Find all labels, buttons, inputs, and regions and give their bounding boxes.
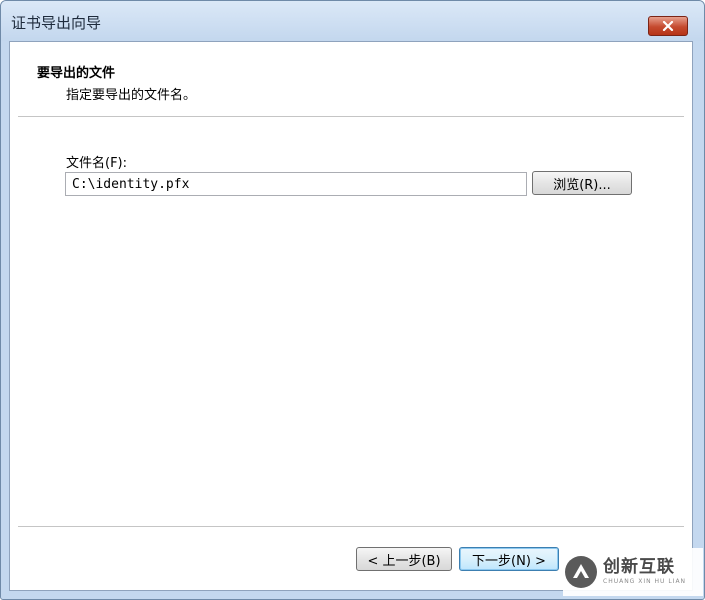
footer-divider [18,526,684,527]
watermark: 创新互联 CHUANG XIN HU LIAN [563,548,703,596]
page-description: 指定要导出的文件名。 [66,88,197,103]
title-bar[interactable]: 证书导出向导 [1,1,704,41]
file-name-label: 文件名(F): [66,156,128,171]
watermark-text: 创新互联 [603,557,675,577]
file-name-input[interactable] [65,172,527,196]
next-button[interactable]: 下一步(N) > [459,547,559,571]
close-button[interactable] [648,16,688,36]
window-title: 证书导出向导 [11,14,102,32]
browse-button[interactable]: 浏览(R)... [532,171,632,195]
close-x-icon [662,21,674,31]
back-button[interactable]: < 上一步(B) [356,547,452,571]
chuangxin-logo-icon [565,556,597,588]
certificate-export-wizard-window: 证书导出向导 要导出的文件 指定要导出的文件名。 文件名(F): 浏览(R)..… [0,0,705,600]
wizard-content: 要导出的文件 指定要导出的文件名。 文件名(F): 浏览(R)... < 上一步… [9,41,693,591]
header-divider [18,116,684,117]
watermark-subtext: CHUANG XIN HU LIAN [603,578,687,585]
page-heading: 要导出的文件 [37,66,116,81]
